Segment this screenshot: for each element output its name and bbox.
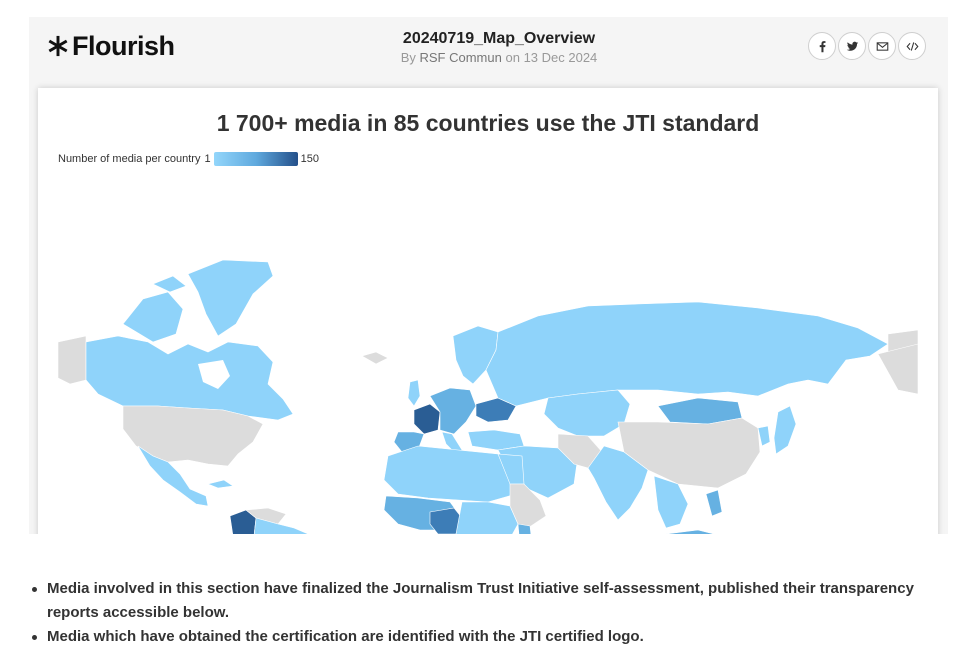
- email-icon: [876, 41, 888, 51]
- country-uk[interactable]: [407, 379, 421, 407]
- notes-list: Media involved in this section have fina…: [32, 577, 927, 649]
- flourish-header: Flourish 20240719_Map_Overview By RSF Co…: [29, 17, 948, 87]
- country-canada-islands[interactable]: [122, 275, 187, 343]
- country-philippines[interactable]: [705, 489, 723, 517]
- country-canada[interactable]: [85, 335, 294, 421]
- country-korea[interactable]: [757, 425, 771, 447]
- country-usa[interactable]: [122, 405, 264, 467]
- facebook-share-button[interactable]: [808, 32, 836, 60]
- country-greenland[interactable]: [187, 259, 274, 337]
- country-alaska-east[interactable]: [877, 343, 918, 395]
- country-caribbean[interactable]: [207, 479, 234, 489]
- author-link[interactable]: RSF Commun: [419, 50, 501, 65]
- country-usa-alaska[interactable]: [58, 335, 87, 385]
- embed-code-icon: [906, 41, 918, 51]
- country-indonesia[interactable]: [665, 529, 778, 534]
- legend-min: 1: [204, 153, 211, 165]
- flourish-logo[interactable]: Flourish: [47, 29, 175, 63]
- legend-max: 150: [300, 153, 319, 165]
- chart-title: 1 700+ media in 85 countries use the JTI…: [216, 110, 760, 136]
- country-iceland[interactable]: [361, 351, 389, 365]
- country-russia[interactable]: [485, 301, 889, 407]
- legend-gradient: [213, 152, 298, 166]
- color-legend: Number of media per country 1 150: [58, 152, 319, 166]
- world-map: [58, 259, 918, 534]
- country-north-africa[interactable]: [383, 445, 517, 503]
- country-france[interactable]: [413, 403, 441, 435]
- on-label: on: [505, 50, 520, 65]
- flourish-embed: Flourish 20240719_Map_Overview By RSF Co…: [29, 17, 948, 534]
- byline: By RSF Commun on 13 Dec 2024: [309, 50, 689, 65]
- chart-card: 1 700+ media in 85 countries use the JTI…: [38, 88, 938, 534]
- asterisk-icon: [48, 35, 68, 57]
- publish-date: 13 Dec 2024: [523, 50, 598, 65]
- share-buttons: [808, 32, 926, 60]
- by-label: By: [400, 50, 416, 65]
- country-kazakhstan[interactable]: [543, 389, 631, 437]
- visualisation-name[interactable]: 20240719_Map_Overview: [309, 30, 689, 48]
- twitter-icon: [846, 41, 858, 51]
- email-share-button[interactable]: [868, 32, 896, 60]
- facebook-icon: [819, 40, 826, 52]
- country-central-africa[interactable]: [455, 501, 519, 534]
- visualisation-meta: 20240719_Map_Overview By RSF Commun on 1…: [309, 30, 689, 65]
- note-certification: Media which have obtained the certificat…: [32, 625, 927, 649]
- logo-text: Flourish: [72, 30, 175, 61]
- legend-label: Number of media per country: [58, 153, 201, 165]
- twitter-share-button[interactable]: [838, 32, 866, 60]
- embed-code-button[interactable]: [898, 32, 926, 60]
- note-self-assessment: Media involved in this section have fina…: [32, 577, 927, 625]
- country-japan[interactable]: [773, 405, 797, 455]
